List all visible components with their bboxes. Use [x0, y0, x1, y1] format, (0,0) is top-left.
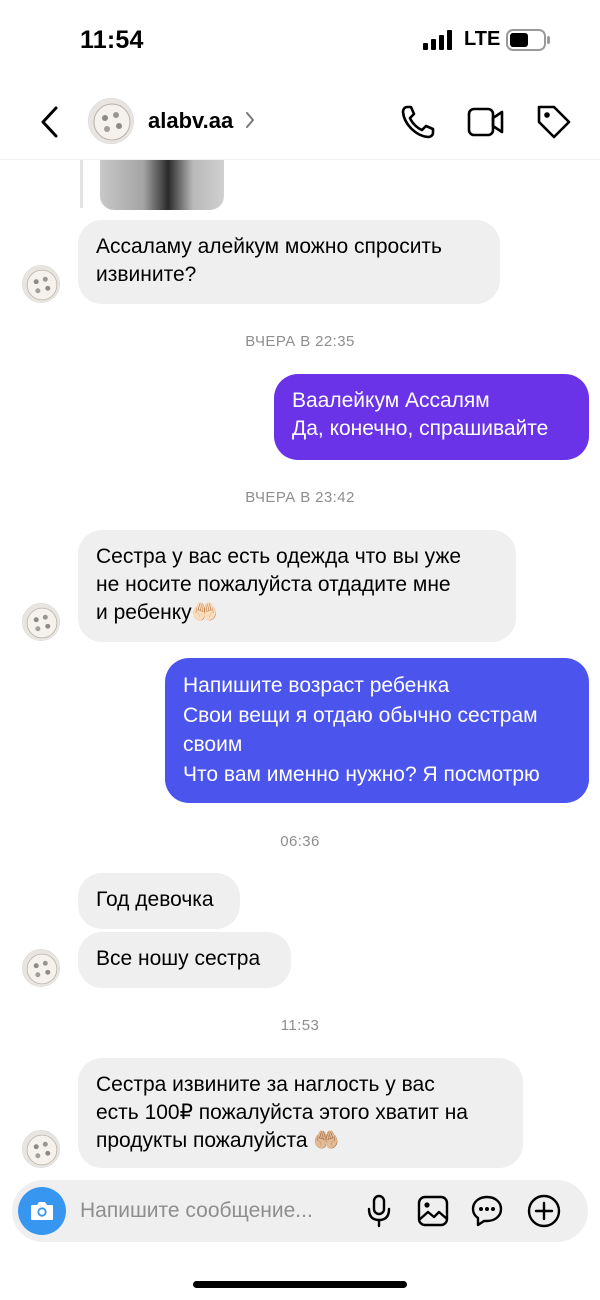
message-bubble-incoming[interactable]: Ассаламу алейкум можно спросить извините… — [78, 220, 500, 304]
message-line: есть 100₽ пожалуйста этого хватит на — [96, 1101, 468, 1124]
plus-circle-icon[interactable] — [526, 1193, 562, 1229]
cellular-signal-icon — [423, 30, 452, 50]
message-line: своим — [183, 733, 243, 756]
status-time: 11:54 — [80, 26, 144, 54]
chevron-right-icon[interactable] — [244, 110, 256, 130]
message-line: и ребенку🤲🏻 — [96, 601, 218, 624]
message-line: Свои вещи я отдаю обычно сестрам — [183, 703, 538, 727]
sender-avatar[interactable] — [22, 1130, 60, 1168]
tag-icon[interactable] — [534, 102, 574, 142]
timestamp-divider: 11:53 — [280, 1017, 320, 1034]
message-input[interactable] — [78, 1180, 358, 1242]
timestamp-divider: ВЧЕРА В 23:42 — [245, 489, 355, 506]
avatar-image — [23, 950, 59, 986]
video-camera-icon[interactable] — [466, 104, 506, 140]
message-line: Напишите возраст ребенка — [183, 674, 450, 697]
message-composer — [12, 1180, 588, 1242]
message-line: Год девочка — [96, 888, 214, 911]
sender-avatar[interactable] — [22, 603, 60, 641]
message-line: Все ношу сестра — [96, 947, 261, 970]
contact-avatar[interactable] — [88, 98, 134, 144]
message-line: извините? — [96, 263, 197, 286]
avatar-image — [23, 266, 59, 302]
sender-avatar[interactable] — [22, 949, 60, 987]
chat-bubble-icon[interactable] — [470, 1194, 504, 1228]
message-line: продукты пожалуйста 🤲🏼 — [96, 1129, 340, 1152]
network-type: LTE — [464, 28, 501, 50]
chat-header: alabv.aa — [0, 82, 600, 160]
home-indicator[interactable] — [193, 1281, 407, 1288]
camera-icon — [31, 1202, 53, 1220]
message-bubble-outgoing[interactable]: Напишите возраст ребенка Свои вещи я отд… — [165, 658, 589, 803]
message-line: Что вам именно нужно? Я посмотрю — [183, 762, 540, 786]
sender-avatar[interactable] — [22, 265, 60, 303]
reply-indicator-line — [80, 160, 83, 208]
timestamp-divider: 06:36 — [280, 833, 320, 850]
camera-button[interactable] — [18, 1187, 66, 1235]
message-bubble-incoming[interactable]: Все ношу сестра — [78, 932, 291, 988]
avatar-image — [23, 604, 59, 640]
back-arrow-icon[interactable] — [34, 104, 68, 140]
message-thread: Ассаламу алейкум можно спросить извините… — [0, 160, 600, 1178]
contact-name[interactable]: alabv.aa — [148, 108, 233, 134]
phone-icon[interactable] — [398, 102, 438, 142]
microphone-icon[interactable] — [364, 1194, 394, 1228]
message-line: Да, конечно, спрашивайте — [292, 417, 549, 440]
status-bar: 11:54 LTE — [0, 0, 600, 80]
message-line: Сестра извините за наглость у вас — [96, 1073, 435, 1096]
avatar-image — [23, 1131, 59, 1167]
timestamp-divider: ВЧЕРА В 22:35 — [245, 333, 355, 350]
message-line: не носите пожалуйста отдадите мне — [96, 573, 451, 596]
message-bubble-incoming[interactable]: Сестра у вас есть одежда что вы уже не н… — [78, 530, 516, 642]
message-bubble-incoming[interactable]: Сестра извините за наглость у вас есть 1… — [78, 1058, 523, 1168]
message-line: Ваалейкум Ассалям — [292, 389, 490, 412]
gallery-icon[interactable] — [416, 1194, 450, 1228]
shared-media-preview[interactable] — [100, 160, 224, 210]
message-bubble-outgoing[interactable]: Ваалейкум Ассалям Да, конечно, спрашивай… — [274, 374, 589, 460]
avatar-image — [89, 99, 133, 143]
message-line: Сестра у вас есть одежда что вы уже — [96, 545, 462, 568]
message-line: Ассаламу алейкум можно спросить — [96, 235, 442, 258]
message-bubble-incoming[interactable]: Год девочка — [78, 873, 240, 929]
battery-icon — [506, 29, 550, 51]
